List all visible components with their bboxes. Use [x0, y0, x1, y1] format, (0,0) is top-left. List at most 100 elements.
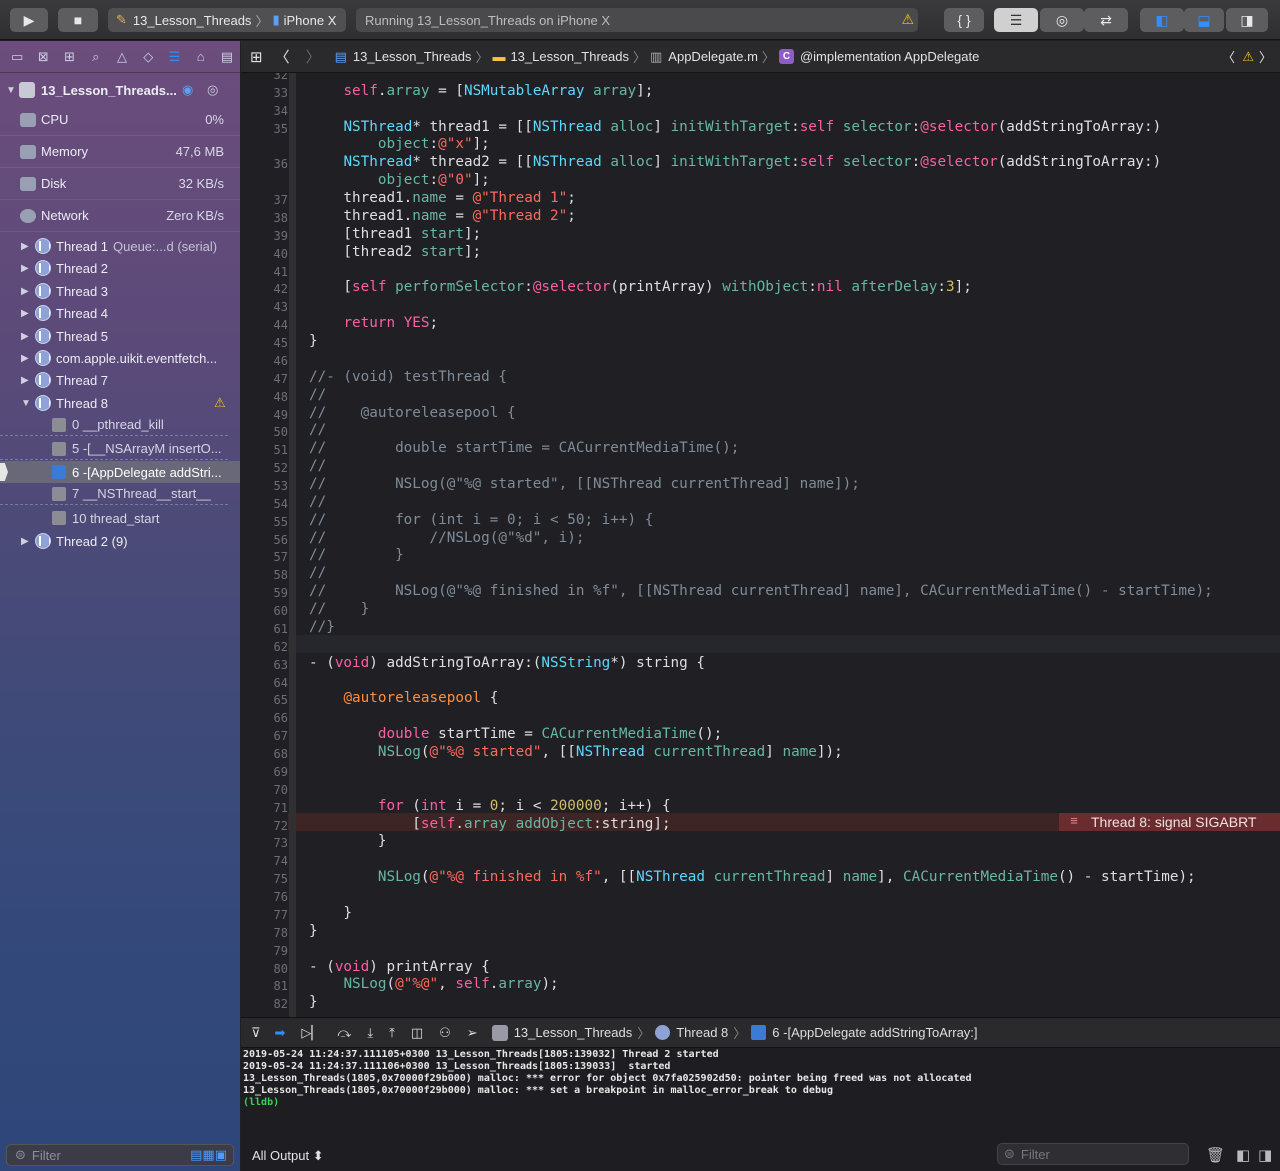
debug-breadcrumb-project[interactable]: 13_Lesson_Threads: [514, 1025, 633, 1040]
thread-row[interactable]: ▶ Thread 2: [0, 257, 240, 279]
breadcrumb-file[interactable]: AppDelegate.m: [668, 49, 758, 64]
toggle-navigator-button[interactable]: ◧: [1140, 8, 1184, 32]
pause-icon[interactable]: ◎: [207, 82, 218, 98]
lldb-prompt[interactable]: (lldb): [243, 1097, 279, 1108]
console-output[interactable]: 2019-05-24 11:24:37.111105+0300 13_Lesso…: [241, 1048, 1280, 1140]
output-selector[interactable]: All Output ⬍: [252, 1148, 324, 1164]
thread-row[interactable]: ▶ Thread 5: [0, 325, 240, 347]
thread-row[interactable]: ▶ Thread 2 (9): [0, 530, 240, 552]
frame-row-selected[interactable]: 6 -[AppDelegate addStri...: [0, 461, 240, 483]
simulate-location-icon[interactable]: ➢: [467, 1025, 478, 1041]
trash-icon[interactable]: 🗑︎: [1206, 1146, 1225, 1164]
scheme-selector[interactable]: ✎ 13_Lesson_Threads 〉 ▮ iPhone X: [108, 8, 346, 32]
disclosure-down-icon[interactable]: ▼: [21, 398, 31, 409]
breakpoints-toggle-icon[interactable]: ➡: [275, 1025, 286, 1041]
line-number: 79: [273, 943, 288, 958]
disclosure-right-icon[interactable]: ▶: [21, 536, 29, 547]
source-editor[interactable]: 32 33 34 35 36 37 38 39 40 41 42 43 44 45 46 47 48 49 50 51…: [241, 73, 1280, 1017]
test-icon[interactable]: ◇: [135, 49, 161, 65]
prev-issue-icon[interactable]: 〈: [1222, 47, 1235, 66]
assistant-editor-button[interactable]: ◎: [1040, 8, 1084, 32]
library-button[interactable]: { }: [944, 8, 984, 32]
error-annotation[interactable]: ≡ Thread 8: signal SIGABRT: [1059, 813, 1280, 831]
disclosure-right-icon[interactable]: ▶: [21, 331, 29, 342]
run-button[interactable]: ▶: [10, 8, 48, 32]
frame-row[interactable]: 10 thread_start: [0, 507, 240, 529]
line-number: 64: [273, 675, 288, 690]
debug-breadcrumb-frame[interactable]: 6 -[AppDelegate addStringToArray:]: [772, 1025, 977, 1040]
debug-icon[interactable]: ☰: [161, 49, 187, 65]
breadcrumb-folder[interactable]: 13_Lesson_Threads: [510, 49, 629, 64]
thread-row[interactable]: ▶ Thread 1 Queue:...d (serial): [0, 235, 240, 257]
standard-editor-button[interactable]: ☰: [994, 8, 1038, 32]
console-view-icon[interactable]: ◨: [1258, 1146, 1272, 1164]
status-text: Running 13_Lesson_Threads on iPhone X: [365, 12, 611, 28]
breadcrumb-project[interactable]: 13_Lesson_Threads: [353, 49, 472, 64]
report-icon[interactable]: ▤: [214, 49, 240, 65]
find-icon[interactable]: ⌕: [83, 49, 109, 65]
gauge-cpu[interactable]: CPU 0%: [0, 104, 240, 136]
frame-row[interactable]: 7 __NSThread__start__: [0, 483, 228, 505]
step-over-icon[interactable]: ⤼: [337, 1025, 351, 1041]
symbol-icon[interactable]: ⊞: [56, 49, 82, 65]
folder-icon[interactable]: ▭: [4, 49, 30, 65]
line-number: 50: [273, 425, 288, 440]
frame-row[interactable]: 0 __pthread_kill: [0, 414, 228, 436]
warning-icon[interactable]: ⚠: [1242, 49, 1254, 65]
forward-icon[interactable]: 〉: [306, 46, 321, 67]
thread-row[interactable]: ▶ com.apple.uikit.eventfetch...: [0, 347, 240, 369]
disclosure-right-icon[interactable]: ▶: [21, 241, 29, 252]
step-into-icon[interactable]: ⤓: [367, 1025, 373, 1041]
line-number: 46: [273, 353, 288, 368]
line-number: 33: [273, 85, 288, 100]
filter-options-icon[interactable]: ▤▦▣: [190, 1147, 227, 1163]
frame-row[interactable]: 5 -[__NSArrayM insertO...: [0, 438, 228, 460]
version-editor-button[interactable]: ⇄: [1084, 8, 1128, 32]
gauge-memory[interactable]: Memory 47,6 MB: [0, 136, 240, 168]
disclosure-right-icon[interactable]: ▶: [21, 308, 29, 319]
disclosure-right-icon[interactable]: ▶: [21, 286, 29, 297]
hide-debug-area-icon[interactable]: ⊽: [251, 1025, 261, 1041]
debug-breadcrumb-thread[interactable]: Thread 8: [676, 1025, 728, 1040]
line-number: 43: [273, 300, 288, 315]
navigator-filter[interactable]: ⊜ Filter ▤▦▣: [6, 1144, 234, 1166]
step-out-icon[interactable]: ⤒: [389, 1025, 395, 1041]
stop-button[interactable]: ■: [58, 8, 98, 32]
thread-row[interactable]: ▶ Thread 7: [0, 369, 240, 391]
warning-icon[interactable]: ⚠: [901, 11, 914, 28]
thread-row-crashed[interactable]: ▼ Thread 8 ⚠: [0, 392, 240, 414]
code-folding-ribbon[interactable]: [289, 73, 296, 1017]
line-number-gutter[interactable]: 32 33 34 35 36 37 38 39 40 41 42 43 44 45 46 47 48 49 50 51…: [241, 73, 288, 1017]
gauge-network[interactable]: Network Zero KB/s: [0, 200, 240, 232]
continue-icon[interactable]: ▷▏: [301, 1025, 321, 1041]
toggle-debug-area-button[interactable]: ⬓: [1184, 8, 1224, 32]
disclosure-right-icon[interactable]: ▶: [21, 375, 29, 386]
thread-icon: [35, 305, 51, 321]
memory-graph-icon[interactable]: ⚇: [439, 1025, 451, 1041]
frame-name: 5 -[__NSArrayM insertO...: [72, 441, 222, 456]
variables-view-icon[interactable]: ◧: [1236, 1146, 1250, 1164]
back-icon[interactable]: 〈: [275, 46, 290, 67]
line-number: 70: [273, 782, 288, 797]
gauge-disk[interactable]: Disk 32 KB/s: [0, 168, 240, 200]
related-items-icon[interactable]: ⊞: [250, 48, 263, 66]
toggle-inspector-button[interactable]: ◨: [1226, 8, 1268, 32]
view-hierarchy-icon[interactable]: ◫: [411, 1025, 423, 1041]
breakpoint-icon[interactable]: ⌂: [188, 49, 214, 64]
disclosure-right-icon[interactable]: ▶: [21, 263, 29, 274]
thread-row[interactable]: ▶ Thread 3: [0, 280, 240, 302]
gauge-value: Zero KB/s: [166, 208, 224, 223]
process-row[interactable]: ▼ 13_Lesson_Threads... ◉ ◎: [0, 79, 240, 101]
device-name: iPhone X: [283, 12, 337, 28]
line-number: 44: [273, 318, 288, 333]
thread-row[interactable]: ▶ Thread 4: [0, 302, 240, 324]
disclosure-right-icon[interactable]: ▶: [21, 353, 29, 364]
next-issue-icon[interactable]: 〉: [1259, 47, 1272, 66]
source-control-icon[interactable]: ⊠: [30, 49, 56, 65]
issue-icon[interactable]: △: [109, 49, 135, 65]
disclosure-down-icon[interactable]: ▼: [6, 85, 16, 96]
breadcrumb-symbol[interactable]: @implementation AppDelegate: [800, 49, 979, 64]
console-filter[interactable]: ⊜ Filter: [997, 1143, 1189, 1165]
toolbar: ▶ ■ ✎ 13_Lesson_Threads 〉 ▮ iPhone X Run…: [0, 0, 1280, 40]
line-number: 62: [273, 639, 288, 654]
